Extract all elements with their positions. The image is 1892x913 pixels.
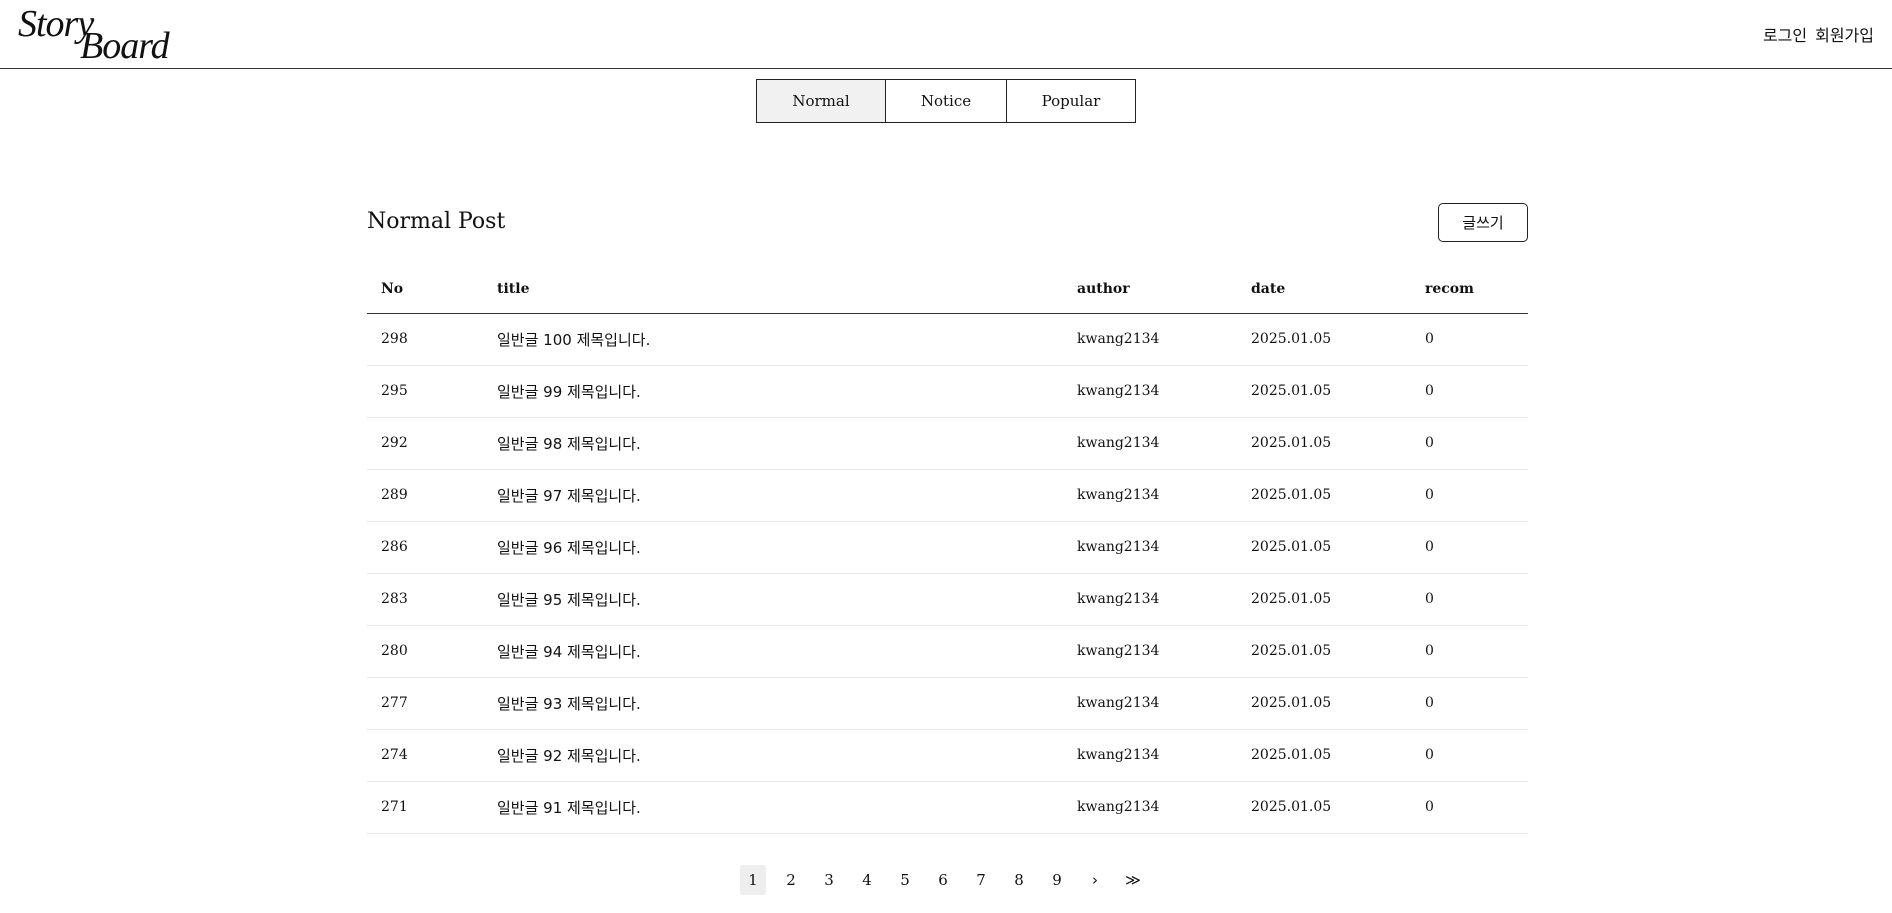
post-title-link[interactable]: 일반글 98 제목입니다.: [483, 417, 1063, 470]
pagination: 1 2 3 4 5 6 7 8 9 › ≫: [740, 865, 1158, 895]
storyboard-logo[interactable]: Story Board: [18, 4, 188, 66]
post-recommendations: 0: [1411, 365, 1528, 418]
post-recommendations: 0: [1411, 625, 1528, 678]
post-recommendations: 0: [1411, 729, 1528, 782]
post-title-link[interactable]: 일반글 100 제목입니다.: [483, 313, 1063, 366]
write-post-button[interactable]: 글쓰기: [1438, 203, 1528, 242]
post-author: kwang2134: [1063, 729, 1237, 782]
column-header-date: date: [1237, 265, 1411, 314]
post-author: kwang2134: [1063, 781, 1237, 834]
column-header-author: author: [1063, 265, 1237, 314]
page-button-5[interactable]: 5: [892, 865, 918, 895]
post-number: 289: [367, 469, 483, 522]
post-date: 2025.01.05: [1237, 573, 1411, 626]
post-title-link[interactable]: 일반글 94 제목입니다.: [483, 625, 1063, 678]
logo-text-board: Board: [80, 25, 170, 67]
post-author: kwang2134: [1063, 313, 1237, 366]
column-header-recom: recom: [1411, 265, 1528, 314]
post-number: 292: [367, 417, 483, 470]
signup-link[interactable]: 회원가입: [1815, 22, 1874, 46]
post-title-link[interactable]: 일반글 97 제목입니다.: [483, 469, 1063, 522]
page-button-2[interactable]: 2: [778, 865, 804, 895]
post-date: 2025.01.05: [1237, 521, 1411, 574]
post-date: 2025.01.05: [1237, 781, 1411, 834]
login-link[interactable]: 로그인: [1763, 22, 1807, 46]
table-row[interactable]: 277 일반글 93 제목입니다. kwang2134 2025.01.05 0: [367, 677, 1528, 730]
post-date: 2025.01.05: [1237, 417, 1411, 470]
post-recommendations: 0: [1411, 469, 1528, 522]
table-row[interactable]: 289 일반글 97 제목입니다. kwang2134 2025.01.05 0: [367, 469, 1528, 522]
table-row[interactable]: 298 일반글 100 제목입니다. kwang2134 2025.01.05 …: [367, 313, 1528, 366]
board-tabs: Normal Notice Popular: [756, 79, 1136, 123]
post-date: 2025.01.05: [1237, 625, 1411, 678]
table-row[interactable]: 286 일반글 96 제목입니다. kwang2134 2025.01.05 0: [367, 521, 1528, 574]
post-number: 271: [367, 781, 483, 834]
tab-notice[interactable]: Notice: [885, 79, 1007, 123]
post-title-link[interactable]: 일반글 95 제목입니다.: [483, 573, 1063, 626]
page-button-4[interactable]: 4: [854, 865, 880, 895]
post-number: 286: [367, 521, 483, 574]
column-header-no: No: [367, 265, 483, 314]
post-recommendations: 0: [1411, 677, 1528, 730]
post-number: 283: [367, 573, 483, 626]
post-author: kwang2134: [1063, 573, 1237, 626]
auth-links: 로그인 회원가입: [1763, 22, 1874, 46]
table-row[interactable]: 271 일반글 91 제목입니다. kwang2134 2025.01.05 0: [367, 781, 1528, 834]
tab-popular[interactable]: Popular: [1006, 79, 1136, 123]
post-author: kwang2134: [1063, 521, 1237, 574]
column-header-title: title: [483, 265, 1063, 314]
post-date: 2025.01.05: [1237, 677, 1411, 730]
post-recommendations: 0: [1411, 417, 1528, 470]
page-button-1[interactable]: 1: [740, 865, 766, 895]
post-date: 2025.01.05: [1237, 729, 1411, 782]
post-date: 2025.01.05: [1237, 469, 1411, 522]
post-title-link[interactable]: 일반글 96 제목입니다.: [483, 521, 1063, 574]
tab-normal[interactable]: Normal: [756, 79, 886, 123]
post-author: kwang2134: [1063, 417, 1237, 470]
post-number: 277: [367, 677, 483, 730]
last-page-icon[interactable]: ≫: [1120, 865, 1146, 895]
page-button-3[interactable]: 3: [816, 865, 842, 895]
table-header-row: No title author date recom: [367, 265, 1528, 314]
post-number: 295: [367, 365, 483, 418]
board-title: Normal Post: [367, 209, 506, 234]
table-row[interactable]: 283 일반글 95 제목입니다. kwang2134 2025.01.05 0: [367, 573, 1528, 626]
post-number: 298: [367, 313, 483, 366]
post-title-link[interactable]: 일반글 91 제목입니다.: [483, 781, 1063, 834]
page-button-7[interactable]: 7: [968, 865, 994, 895]
post-title-link[interactable]: 일반글 93 제목입니다.: [483, 677, 1063, 730]
page-button-9[interactable]: 9: [1044, 865, 1070, 895]
page-button-6[interactable]: 6: [930, 865, 956, 895]
post-title-link[interactable]: 일반글 92 제목입니다.: [483, 729, 1063, 782]
post-author: kwang2134: [1063, 365, 1237, 418]
post-number: 280: [367, 625, 483, 678]
table-row[interactable]: 280 일반글 94 제목입니다. kwang2134 2025.01.05 0: [367, 625, 1528, 678]
table-row[interactable]: 274 일반글 92 제목입니다. kwang2134 2025.01.05 0: [367, 729, 1528, 782]
next-page-icon[interactable]: ›: [1082, 865, 1108, 895]
post-author: kwang2134: [1063, 625, 1237, 678]
table-row[interactable]: 292 일반글 98 제목입니다. kwang2134 2025.01.05 0: [367, 417, 1528, 470]
post-author: kwang2134: [1063, 677, 1237, 730]
post-title-link[interactable]: 일반글 99 제목입니다.: [483, 365, 1063, 418]
post-author: kwang2134: [1063, 469, 1237, 522]
page-button-8[interactable]: 8: [1006, 865, 1032, 895]
post-date: 2025.01.05: [1237, 365, 1411, 418]
site-header: Story Board 로그인 회원가입: [0, 0, 1892, 69]
post-recommendations: 0: [1411, 781, 1528, 834]
table-row[interactable]: 295 일반글 99 제목입니다. kwang2134 2025.01.05 0: [367, 365, 1528, 418]
posts-table: No title author date recom 298 일반글 100 제…: [367, 265, 1528, 834]
post-recommendations: 0: [1411, 313, 1528, 366]
post-date: 2025.01.05: [1237, 313, 1411, 366]
post-recommendations: 0: [1411, 573, 1528, 626]
post-recommendations: 0: [1411, 521, 1528, 574]
post-number: 274: [367, 729, 483, 782]
